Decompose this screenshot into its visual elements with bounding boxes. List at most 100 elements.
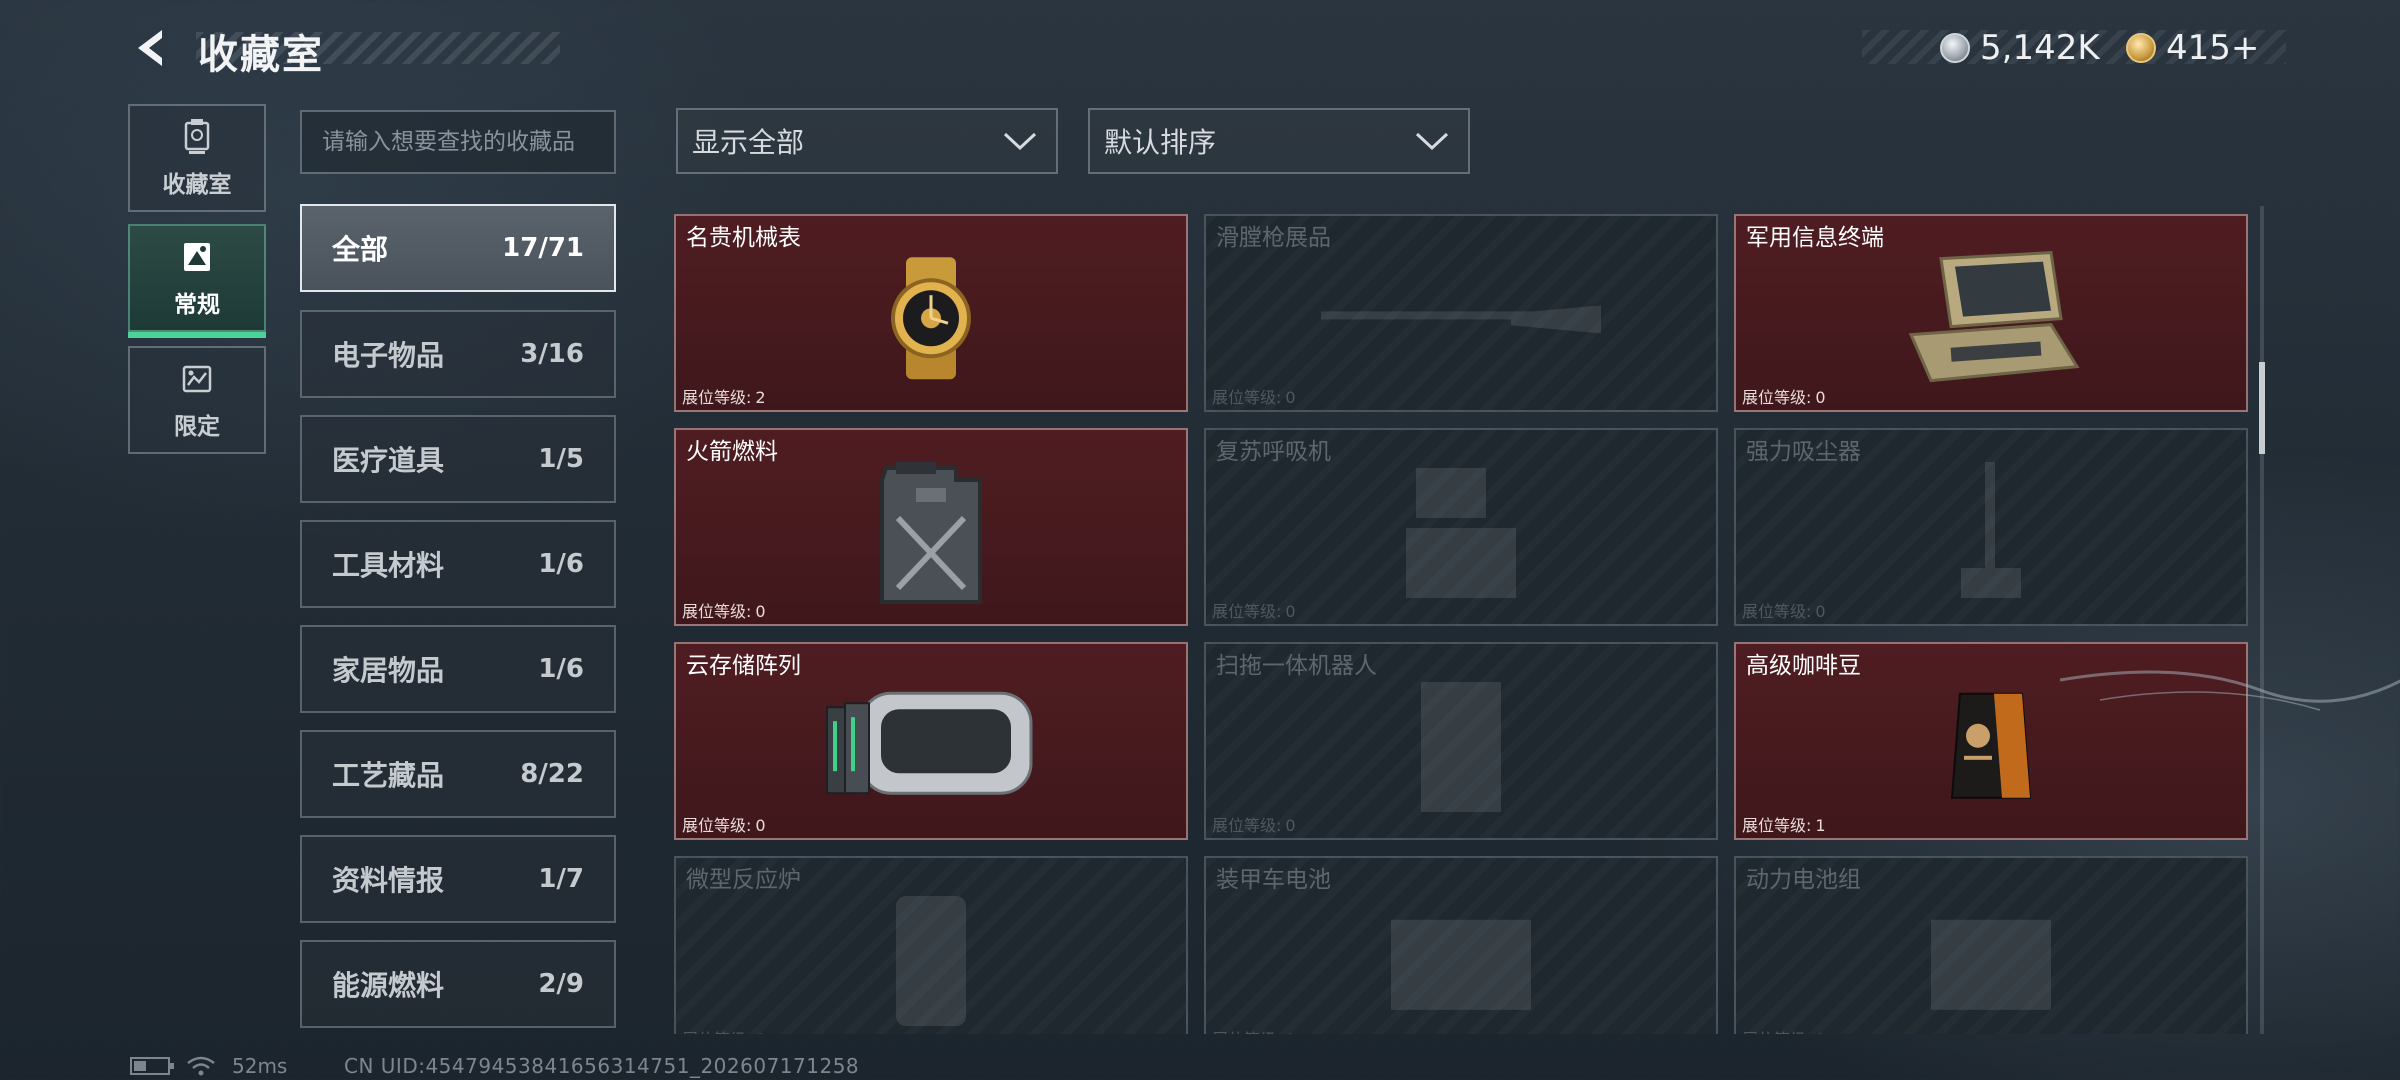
card-level: 展位等级:0 <box>682 1026 766 1034</box>
category-name: 资料情报 <box>332 864 445 897</box>
card-level: 展位等级:0 <box>1742 388 1826 407</box>
chevron-down-icon <box>1415 132 1449 151</box>
category-energy[interactable]: 能源燃料 2/9 <box>300 940 616 1028</box>
side-tab-label: 限定 <box>174 414 220 440</box>
card-name: 动力电池组 <box>1746 867 1861 893</box>
card-level: 展位等级: 2 <box>682 388 766 407</box>
category-name: 能源燃料 <box>332 969 445 1002</box>
collection-card-musket[interactable]: 滑膛枪展品 展位等级: 0 <box>1204 214 1718 412</box>
card-name: 云存储阵列 <box>686 653 801 679</box>
card-level: 展位等级:0 <box>1212 816 1296 835</box>
battery-pack-icon <box>1911 900 2071 1020</box>
category-count: 8/22 <box>520 759 584 789</box>
limited-icon <box>182 365 212 393</box>
category-electronics[interactable]: 电子物品 3/16 <box>300 310 616 398</box>
card-level: 展位等级: 1 <box>1742 816 1826 835</box>
category-crafts[interactable]: 工艺藏品 8/22 <box>300 730 616 818</box>
watch-icon <box>866 253 996 383</box>
top-bar: 收藏室 5,142K 415+ <box>0 0 2400 100</box>
coffee-bag-icon <box>1946 686 2036 806</box>
category-count: 1/6 <box>538 654 584 684</box>
card-level: 展位等级:0 <box>1212 1026 1296 1034</box>
ping-value: 52ms <box>232 1054 288 1078</box>
collection-card-cloud-storage[interactable]: 云存储阵列 展位等级: 0 <box>674 642 1188 840</box>
category-medical[interactable]: 医疗道具 1/5 <box>300 415 616 503</box>
card-name: 滑膛枪展品 <box>1216 225 1331 251</box>
battery-icon <box>1381 900 1541 1020</box>
card-level: 展位等级:0 <box>682 816 766 835</box>
category-name: 电子物品 <box>332 339 445 372</box>
musket-icon <box>1311 285 1611 345</box>
wifi-icon <box>187 1056 215 1076</box>
category-all[interactable]: 全部 17/71 <box>300 204 616 292</box>
collection-card-armored-battery[interactable]: 装甲车电池 展位等级:0 <box>1204 856 1718 1034</box>
category-count: 1/7 <box>538 864 584 894</box>
card-name: 装甲车电池 <box>1216 867 1331 893</box>
category-count: 1/6 <box>538 549 584 579</box>
category-tools[interactable]: 工具材料 1/6 <box>300 520 616 608</box>
category-name: 家居物品 <box>332 654 445 687</box>
robot-vacuum-icon <box>1401 672 1521 822</box>
card-name: 名贵机械表 <box>686 225 801 251</box>
status-footer: 52ms <box>130 1054 287 1078</box>
silver-currency[interactable]: 5,142K <box>1940 28 2100 68</box>
collection-card-luxury-watch[interactable]: 名贵机械表 展位等级: 2 <box>674 214 1188 412</box>
card-name: 高级咖啡豆 <box>1746 653 1861 679</box>
grid-scrollbar-thumb[interactable] <box>2259 362 2265 454</box>
card-name: 扫拖一体机器人 <box>1216 653 1377 679</box>
card-name: 复苏呼吸机 <box>1216 439 1331 465</box>
card-name: 军用信息终端 <box>1746 225 1884 251</box>
side-tab-limited[interactable]: 限定 <box>128 346 266 454</box>
category-count: 3/16 <box>520 339 584 369</box>
side-tab-collection-room[interactable]: 收藏室 <box>128 104 266 212</box>
card-name: 微型反应炉 <box>686 867 801 893</box>
collection-card-rocket-fuel[interactable]: 火箭燃料 展位等级: 0 <box>674 428 1188 626</box>
sort-dropdown[interactable]: 默认排序 <box>1088 108 1470 174</box>
sort-value: 默认排序 <box>1104 126 1217 159</box>
collection-card-robot-mop[interactable]: 扫拖一体机器人 展位等级: 0 <box>1204 642 1718 840</box>
card-level: 展位等级:0 <box>1212 602 1296 621</box>
light-streak-decoration <box>2060 670 2400 711</box>
collection-card-ventilator[interactable]: 复苏呼吸机 展位等级: 0 <box>1204 428 1718 626</box>
collection-card-vacuum[interactable]: 强力吸尘器 展位等级: 0 <box>1734 428 2248 626</box>
card-level: 展位等级:0 <box>682 602 766 621</box>
collection-card-battery-pack[interactable]: 动力电池组 展位等级:0 <box>1734 856 2248 1034</box>
back-button[interactable] <box>128 24 176 72</box>
collection-card-military-terminal[interactable]: 军用信息终端 展位等级: 0 <box>1734 214 2248 412</box>
terminal-icon <box>1901 249 2081 389</box>
silver-coin-icon <box>1940 33 1970 63</box>
card-name: 强力吸尘器 <box>1746 439 1861 465</box>
category-intel[interactable]: 资料情报 1/7 <box>300 835 616 923</box>
back-arrow-icon <box>138 30 162 66</box>
card-name: 火箭燃料 <box>686 439 778 465</box>
trophy-icon <box>184 119 210 154</box>
storage-array-icon <box>821 681 1041 811</box>
picture-icon <box>184 243 210 271</box>
category-name: 医疗道具 <box>332 444 445 477</box>
side-tab-label: 常规 <box>174 292 220 318</box>
display-filter-value: 显示全部 <box>692 126 805 159</box>
fuel-can-icon <box>866 458 996 608</box>
silver-amount: 5,142K <box>1980 28 2100 68</box>
category-count: 1/5 <box>538 444 584 474</box>
battery-icon <box>130 1057 174 1075</box>
gold-coin-icon <box>2126 33 2156 63</box>
user-uid: CN UID:454794538416563147​51_20260717125… <box>344 1054 860 1078</box>
side-tab-label: 收藏室 <box>162 172 232 198</box>
reactor-icon <box>876 886 986 1034</box>
category-name: 工艺藏品 <box>332 759 445 792</box>
gold-amount: 415+ <box>2166 28 2260 68</box>
card-level: 展位等级:0 <box>1742 602 1826 621</box>
gold-currency[interactable]: 415+ <box>2126 28 2259 68</box>
side-tab-regular[interactable]: 常规 <box>128 224 266 338</box>
collection-card-micro-reactor[interactable]: 微型反应炉 展位等级:0 <box>674 856 1188 1034</box>
category-household[interactable]: 家居物品 1/6 <box>300 625 616 713</box>
search-input[interactable] <box>300 110 616 174</box>
card-level: 展位等级:0 <box>1212 388 1296 407</box>
category-name: 全部 <box>332 233 389 266</box>
display-filter-dropdown[interactable]: 显示全部 <box>676 108 1058 174</box>
vacuum-icon <box>1941 458 2041 608</box>
chevron-down-icon <box>1003 132 1037 151</box>
page-title: 收藏室 <box>198 32 324 78</box>
category-count: 17/71 <box>502 233 584 263</box>
